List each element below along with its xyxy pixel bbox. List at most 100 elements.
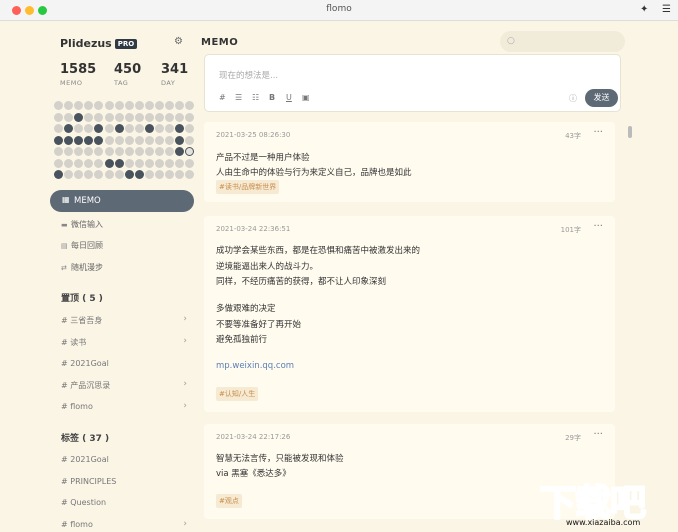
heatmap-dot[interactable] (144, 147, 154, 156)
heatmap-dot[interactable] (94, 101, 104, 110)
tag-item[interactable]: # Question (61, 498, 187, 507)
heatmap-dot[interactable] (74, 158, 84, 168)
search-input[interactable] (500, 31, 625, 52)
more-icon[interactable]: ··· (593, 221, 603, 232)
heatmap-dot[interactable] (185, 101, 195, 110)
heatmap-dot[interactable] (64, 112, 74, 122)
heatmap-dot[interactable] (84, 135, 94, 145)
nav-item-wechat-input[interactable]: ▬ 微信输入 (61, 219, 103, 230)
heatmap-dot[interactable] (124, 170, 134, 179)
heatmap-dot[interactable] (84, 170, 94, 179)
username[interactable]: Plidezus PRO (60, 37, 138, 50)
heatmap-dot[interactable] (114, 101, 124, 110)
more-icon[interactable]: ··· (593, 429, 603, 440)
send-button[interactable]: 发送 (585, 89, 618, 107)
extension-icon[interactable]: ✦ (640, 4, 648, 15)
heatmap-dot[interactable] (84, 158, 94, 168)
heatmap-dot[interactable] (124, 112, 134, 122)
heatmap-dot[interactable] (104, 112, 114, 122)
heatmap-dot[interactable] (175, 135, 185, 145)
nav-item-random-walk[interactable]: ⇄ 随机漫步 (61, 262, 103, 273)
heatmap-dot[interactable] (155, 101, 164, 110)
heatmap-dot[interactable] (165, 158, 175, 168)
memo-link[interactable]: mp.weixin.qq.com (216, 361, 294, 371)
heatmap-dot[interactable] (144, 124, 154, 133)
heatmap-dot[interactable] (64, 135, 74, 145)
heatmap-dot[interactable] (74, 112, 84, 122)
heatmap-dot[interactable] (144, 135, 154, 145)
heatmap-dot[interactable] (144, 170, 154, 179)
tag-item[interactable]: # 2021Goal (61, 455, 187, 464)
heatmap-dot[interactable] (144, 101, 154, 110)
heatmap-dot[interactable] (185, 112, 195, 122)
heatmap-dot[interactable] (74, 135, 84, 145)
memo-editor[interactable]: 现在的想法是... # ☰ ☷ B U ▣ ⓘ 发送 (204, 54, 621, 112)
heatmap-dot[interactable] (165, 101, 175, 110)
heatmap-dot[interactable] (134, 147, 144, 156)
heatmap-dot[interactable] (114, 112, 124, 122)
tag-item[interactable]: # PRINCIPLES (61, 477, 187, 486)
heatmap-dot[interactable] (134, 124, 144, 133)
heatmap-dot[interactable] (165, 170, 175, 179)
chevron-right-icon[interactable]: › (183, 336, 187, 346)
heatmap-dot[interactable] (155, 112, 164, 122)
memo-card[interactable]: 2021-03-24 22:36:51 101字 ··· 成功学会某些东西，都是… (204, 216, 615, 412)
heatmap-dot[interactable] (114, 124, 124, 133)
heatmap-dot[interactable] (114, 135, 124, 145)
heatmap-dot[interactable] (185, 135, 195, 145)
pinned-tag[interactable]: # 产品沉思录 › (61, 379, 187, 391)
heatmap-dot[interactable] (134, 170, 144, 179)
numbered-list-icon[interactable]: ☷ (252, 93, 259, 102)
heatmap-dot[interactable] (94, 124, 104, 133)
heatmap-dot[interactable] (54, 147, 63, 156)
chevron-right-icon[interactable]: › (183, 379, 187, 389)
memo-card[interactable]: 2021-03-25 08:26:30 43字 ··· 产品不过是一种用户体验 … (204, 122, 615, 202)
heatmap-dot[interactable] (64, 147, 74, 156)
heatmap-dot[interactable] (124, 101, 134, 110)
heatmap-dot[interactable] (84, 101, 94, 110)
heatmap-dot[interactable] (134, 112, 144, 122)
heatmap-dot[interactable] (84, 124, 94, 133)
nav-item-memo[interactable]: ▦ MEMO (50, 190, 194, 212)
chevron-right-icon[interactable]: › (183, 314, 187, 324)
heatmap-dot[interactable] (84, 112, 94, 122)
chevron-right-icon[interactable]: › (183, 519, 187, 529)
heatmap-dot[interactable] (124, 135, 134, 145)
heatmap-dot[interactable] (104, 135, 114, 145)
underline-icon[interactable]: U (286, 93, 292, 102)
heatmap-dot[interactable] (175, 158, 185, 168)
heatmap-dot[interactable] (165, 135, 175, 145)
pinned-tag[interactable]: # 2021Goal (61, 359, 187, 368)
heatmap-dot[interactable] (54, 124, 63, 133)
more-icon[interactable]: ··· (593, 127, 603, 138)
heatmap-dot[interactable] (155, 158, 164, 168)
heatmap-dot[interactable] (94, 135, 104, 145)
chevron-right-icon[interactable]: › (183, 401, 187, 411)
heatmap-dot[interactable] (54, 101, 63, 110)
heatmap-dot[interactable] (94, 158, 104, 168)
heatmap-dot[interactable] (104, 101, 114, 110)
heatmap-dot[interactable] (185, 170, 195, 179)
heatmap-dot[interactable] (155, 135, 164, 145)
heatmap-dot[interactable] (114, 170, 124, 179)
heatmap-dot[interactable] (175, 101, 185, 110)
heatmap-dot[interactable] (165, 147, 175, 156)
heatmap-dot[interactable] (104, 158, 114, 168)
heatmap-dot[interactable] (54, 158, 63, 168)
heatmap-dot[interactable] (175, 170, 185, 179)
heatmap-dot[interactable] (74, 101, 84, 110)
heatmap-dot[interactable] (64, 124, 74, 133)
hashtag-icon[interactable]: # (219, 93, 226, 102)
heatmap-dot[interactable] (155, 147, 164, 156)
heatmap-dot[interactable] (94, 112, 104, 122)
tag-item[interactable]: # flomo › (61, 519, 187, 529)
heatmap-dot[interactable] (185, 124, 195, 133)
heatmap-dot[interactable] (144, 158, 154, 168)
heatmap-dot[interactable] (155, 170, 164, 179)
heatmap-dot[interactable] (74, 147, 84, 156)
heatmap-dot[interactable] (94, 147, 104, 156)
pinned-tag[interactable]: # 三省吾身 › (61, 314, 187, 326)
image-icon[interactable]: ▣ (302, 93, 310, 102)
memo-tag[interactable]: #认知/人生 (216, 387, 259, 401)
heatmap-dot[interactable] (104, 147, 114, 156)
